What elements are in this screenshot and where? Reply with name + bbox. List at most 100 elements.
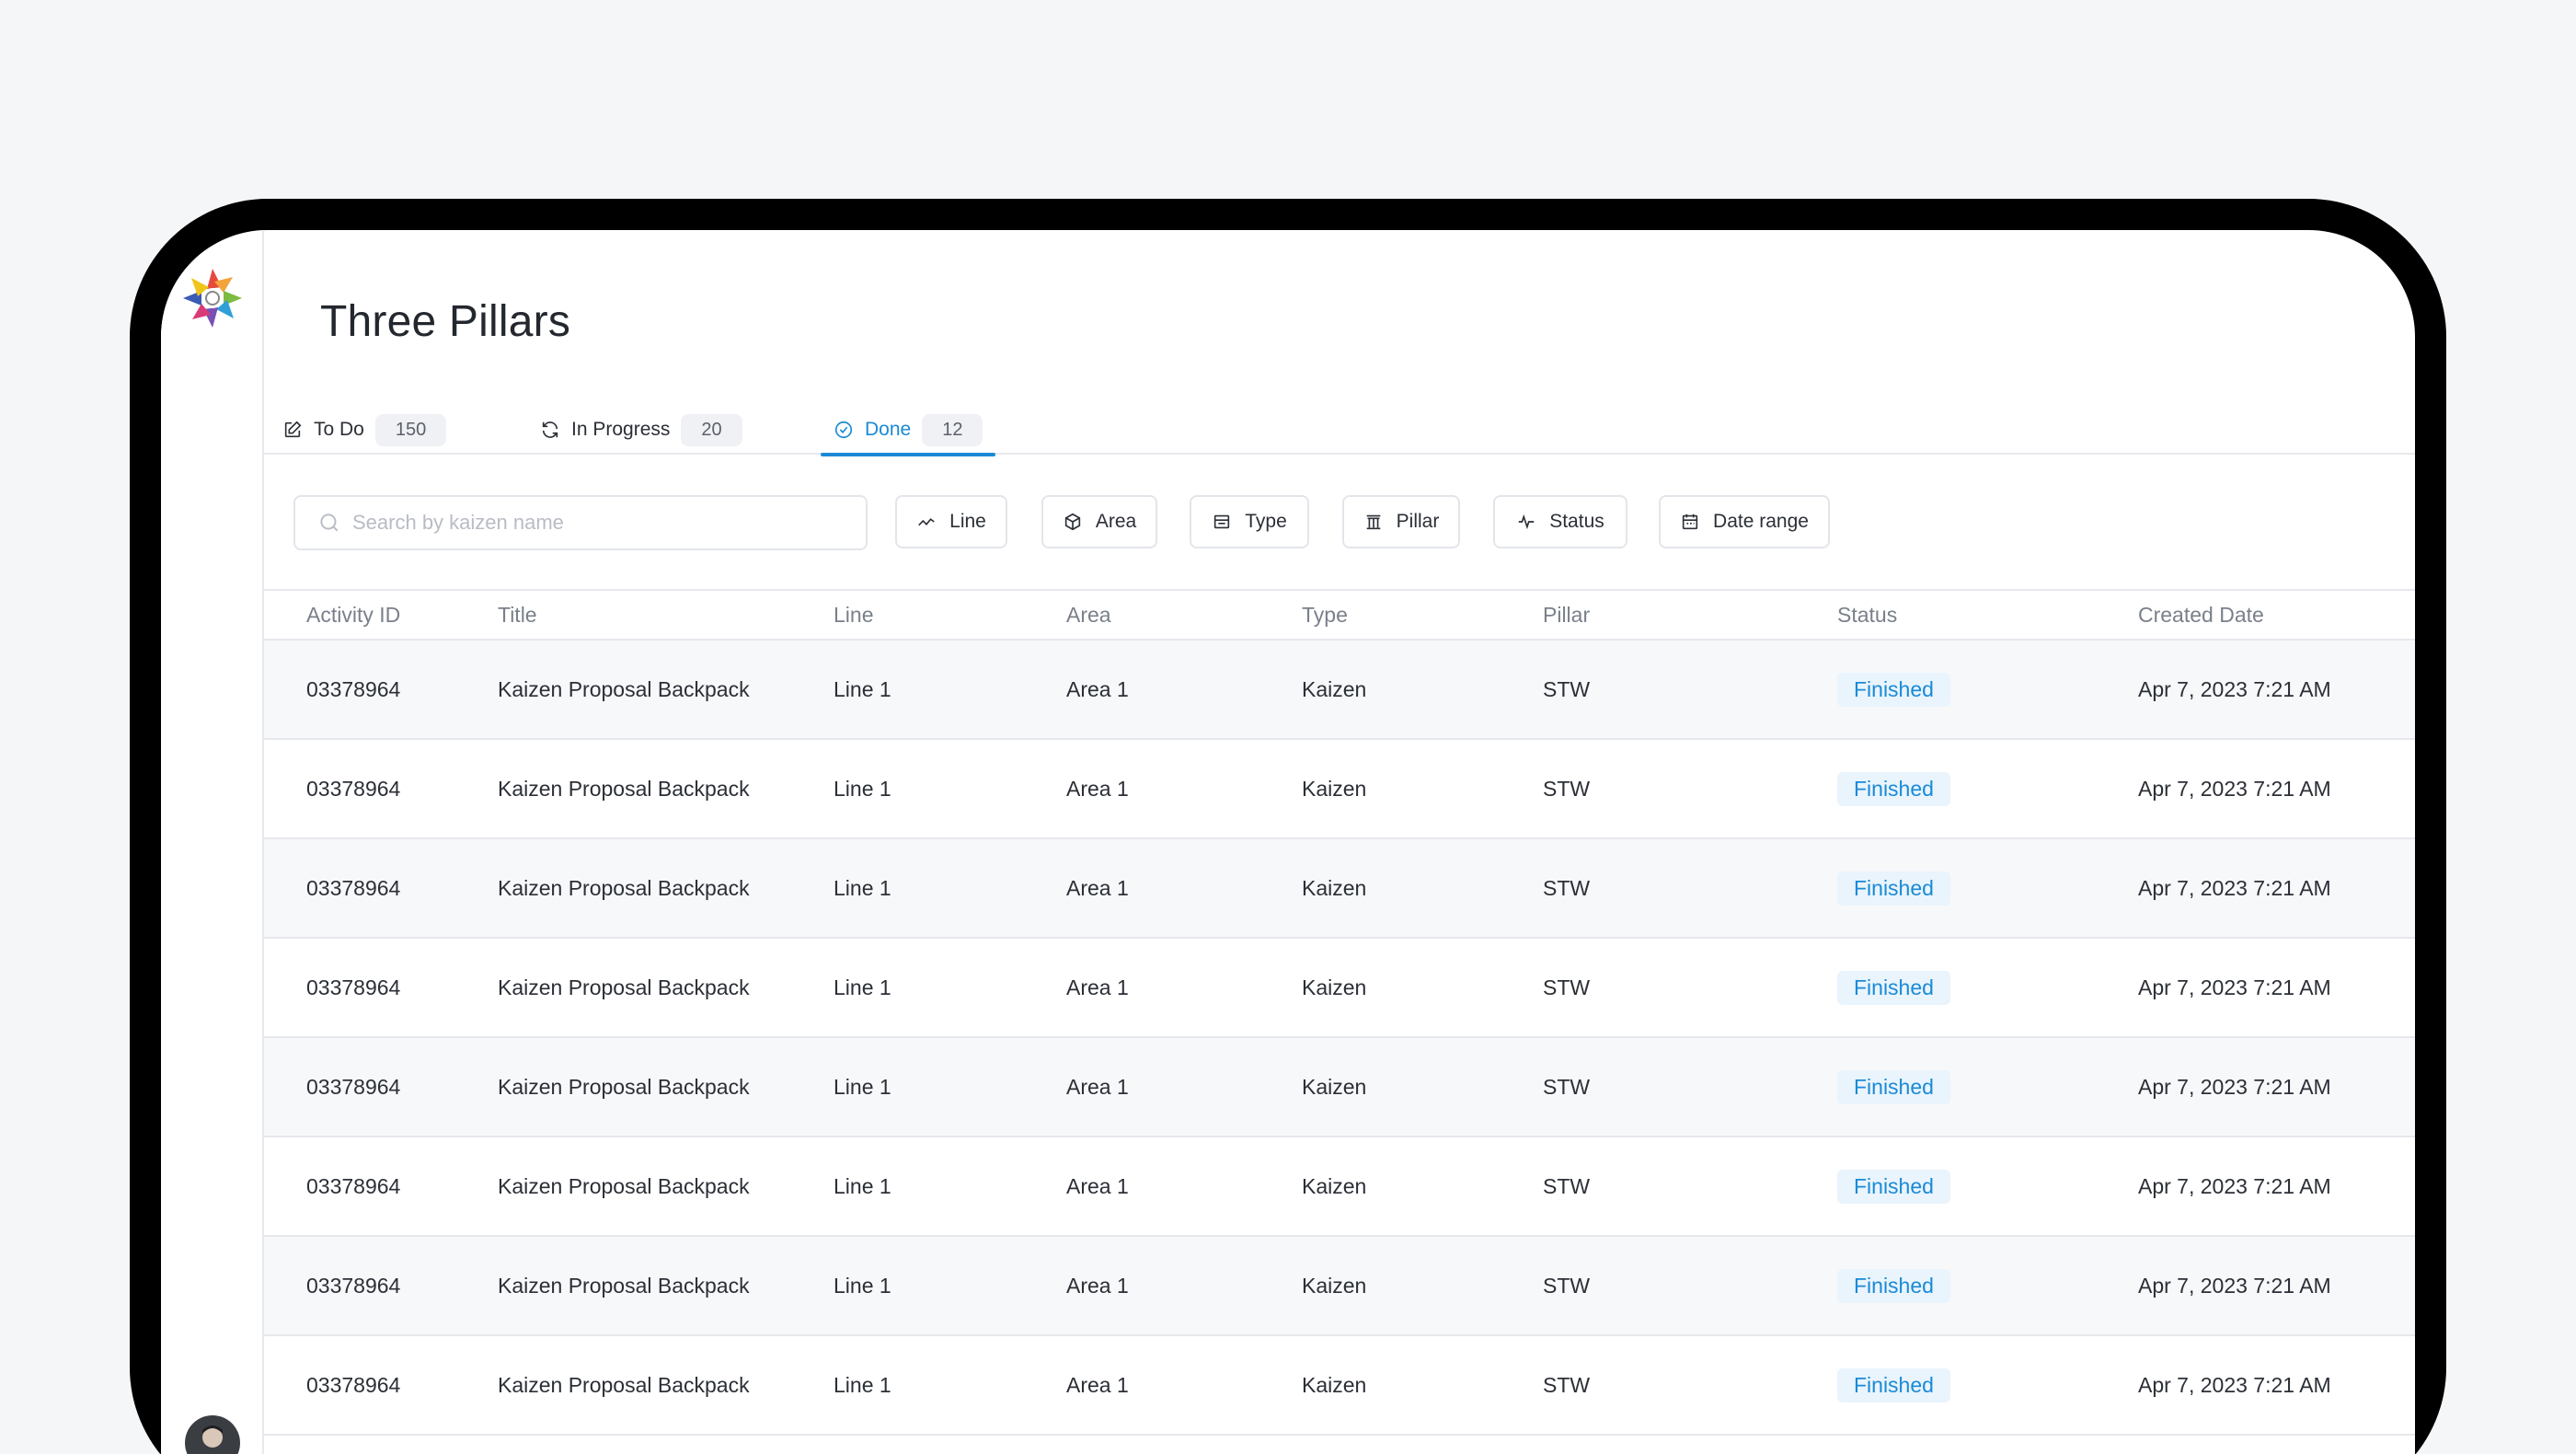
- area-cell: Area 1: [1066, 975, 1129, 999]
- area-cell: Area 1: [1066, 1273, 1129, 1298]
- card-icon: [1214, 514, 1230, 529]
- line-cell: Line 1: [834, 1173, 891, 1198]
- type-cell: Kaizen: [1302, 875, 1367, 900]
- area-cell: Area 1: [1066, 875, 1129, 900]
- line-cell: Line 1: [834, 875, 891, 900]
- column-header[interactable]: Pillar: [1543, 591, 1590, 639]
- created-date-cell: Apr 7, 2023 7:21 AM: [2138, 676, 2331, 701]
- column-header[interactable]: Area: [1066, 591, 1111, 639]
- status-cell: Finished: [1837, 1237, 1950, 1334]
- title-cell: Kaizen Proposal Backpack: [498, 676, 750, 701]
- search-icon: [320, 514, 339, 532]
- area-cell: Area 1: [1066, 776, 1129, 801]
- tab-to-do[interactable]: To Do 150: [282, 405, 447, 455]
- filter-pillar-button[interactable]: Pillar: [1342, 495, 1460, 548]
- filter-label: Pillar: [1396, 511, 1440, 532]
- pillar-cell: STW: [1543, 1074, 1591, 1099]
- filter-line-button[interactable]: Line: [895, 495, 1007, 548]
- area-cell: Area 1: [1066, 1074, 1129, 1099]
- line-cell: Line 1: [834, 676, 891, 701]
- table-body: 03378964 Kaizen Proposal Backpack Line 1 Ar…: [264, 640, 2415, 1436]
- status-cell: Finished: [1837, 1336, 1950, 1434]
- pillar-cell: STW: [1543, 975, 1591, 999]
- area-cell: Area 1: [1066, 1173, 1129, 1198]
- filter-label: Line: [949, 511, 986, 532]
- activity-id-cell: 03378964: [306, 776, 401, 801]
- table-row[interactable]: 03378964 Kaizen Proposal Backpack Line 1 Ar…: [264, 1137, 2415, 1237]
- title-cell: Kaizen Proposal Backpack: [498, 975, 750, 999]
- type-cell: Kaizen: [1302, 776, 1367, 801]
- tab-label: In Progress: [571, 419, 671, 440]
- app-screen: Three Pillars To Do 150 In Progress 20 D…: [161, 230, 2415, 1454]
- column-header[interactable]: Title: [498, 591, 537, 639]
- column-header[interactable]: Activity ID: [306, 591, 400, 639]
- status-badge: Finished: [1837, 1268, 1950, 1303]
- activity-id-cell: 03378964: [306, 875, 401, 900]
- status-cell: Finished: [1837, 640, 1950, 738]
- area-cell: Area 1: [1066, 1372, 1129, 1397]
- status-cell: Finished: [1837, 839, 1950, 937]
- pillar-cell: STW: [1543, 776, 1591, 801]
- type-cell: Kaizen: [1302, 1273, 1367, 1298]
- tab-label: To Do: [314, 419, 364, 440]
- title-cell: Kaizen Proposal Backpack: [498, 776, 750, 801]
- filter-date-range-button[interactable]: Date range: [1659, 495, 1830, 548]
- tab-in-progress[interactable]: In Progress 20: [540, 405, 742, 455]
- title-cell: Kaizen Proposal Backpack: [498, 1074, 750, 1099]
- created-date-cell: Apr 7, 2023 7:21 AM: [2138, 776, 2331, 801]
- created-date-cell: Apr 7, 2023 7:21 AM: [2138, 1273, 2331, 1298]
- type-cell: Kaizen: [1302, 676, 1367, 701]
- cube-icon: [1064, 513, 1080, 531]
- line-cell: Line 1: [834, 1074, 891, 1099]
- activity-icon: [1518, 514, 1535, 530]
- column-header[interactable]: Type: [1302, 591, 1348, 639]
- line-cell: Line 1: [834, 1372, 891, 1397]
- activity-id-cell: 03378964: [306, 1074, 401, 1099]
- filter-type-button[interactable]: Type: [1190, 495, 1309, 548]
- table-row[interactable]: 03378964 Kaizen Proposal Backpack Line 1 Ar…: [264, 939, 2415, 1038]
- created-date-cell: Apr 7, 2023 7:21 AM: [2138, 875, 2331, 900]
- search-input[interactable]: [352, 511, 866, 535]
- filter-area-button[interactable]: Area: [1041, 495, 1157, 548]
- status-cell: Finished: [1837, 939, 1950, 1036]
- status-tabs: To Do 150 In Progress 20 Done 12: [264, 405, 2415, 456]
- title-cell: Kaizen Proposal Backpack: [498, 875, 750, 900]
- line-cell: Line 1: [834, 1273, 891, 1298]
- user-avatar[interactable]: [185, 1415, 240, 1454]
- tab-label: Done: [865, 419, 912, 440]
- search-box[interactable]: [293, 495, 868, 550]
- column-header[interactable]: Line: [834, 591, 873, 639]
- table-row[interactable]: 03378964 Kaizen Proposal Backpack Line 1 Ar…: [264, 1038, 2415, 1137]
- tab-count: 20: [681, 413, 742, 446]
- trend-line-icon: [918, 518, 935, 526]
- tab-done[interactable]: Done 12: [821, 405, 996, 456]
- table-row[interactable]: 03378964 Kaizen Proposal Backpack Line 1 Ar…: [264, 839, 2415, 939]
- refresh-icon: [542, 421, 558, 438]
- app-logo[interactable]: [181, 267, 244, 329]
- filter-status-button[interactable]: Status: [1493, 495, 1627, 548]
- column-header[interactable]: Status: [1837, 591, 1897, 639]
- activity-id-cell: 03378964: [306, 975, 401, 999]
- filter-label: Type: [1245, 511, 1287, 532]
- area-cell: Area 1: [1066, 676, 1129, 701]
- status-cell: Finished: [1837, 1038, 1950, 1136]
- status-cell: Finished: [1837, 1137, 1950, 1235]
- table-row[interactable]: 03378964 Kaizen Proposal Backpack Line 1 Ar…: [264, 1336, 2415, 1436]
- table-row[interactable]: 03378964 Kaizen Proposal Backpack Line 1 Ar…: [264, 740, 2415, 839]
- pillar-cell: STW: [1543, 1372, 1591, 1397]
- type-cell: Kaizen: [1302, 975, 1367, 999]
- type-cell: Kaizen: [1302, 1173, 1367, 1198]
- title-cell: Kaizen Proposal Backpack: [498, 1173, 750, 1198]
- status-badge: Finished: [1837, 1169, 1950, 1204]
- title-cell: Kaizen Proposal Backpack: [498, 1372, 750, 1397]
- status-cell: Finished: [1837, 740, 1950, 837]
- status-badge: Finished: [1837, 970, 1950, 1005]
- column-header[interactable]: Created Date: [2138, 591, 2264, 639]
- activities-table: Activity ID Title Line Area Type Pillar …: [264, 589, 2415, 1436]
- calendar-icon: [1682, 514, 1698, 530]
- table-row[interactable]: 03378964 Kaizen Proposal Backpack Line 1 Ar…: [264, 640, 2415, 740]
- table-row[interactable]: 03378964 Kaizen Proposal Backpack Line 1 Ar…: [264, 1237, 2415, 1336]
- created-date-cell: Apr 7, 2023 7:21 AM: [2138, 1074, 2331, 1099]
- main-content: Three Pillars To Do 150 In Progress 20 D…: [264, 230, 2415, 1454]
- filter-label: Status: [1549, 511, 1604, 532]
